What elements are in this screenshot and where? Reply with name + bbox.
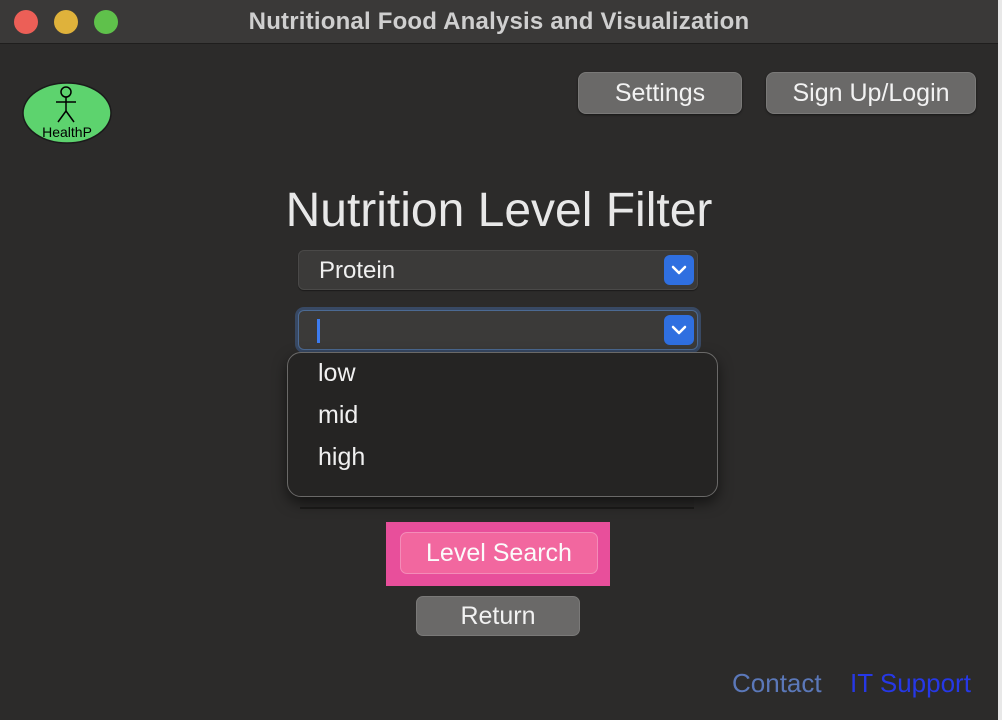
level-option-mid[interactable]: mid (318, 401, 358, 430)
signup-login-button[interactable]: Sign Up/Login (766, 72, 976, 114)
level-search-highlight: Level Search (386, 522, 610, 586)
level-option-low[interactable]: low (318, 359, 356, 388)
it-support-link[interactable]: IT Support (850, 668, 971, 699)
chevron-down-icon[interactable] (664, 315, 694, 345)
title-bar: Nutritional Food Analysis and Visualizat… (0, 0, 998, 44)
settings-button[interactable]: Settings (578, 72, 742, 114)
app-logo: HealthP (22, 82, 112, 144)
nutrient-select-value: Protein (319, 257, 396, 284)
level-select[interactable] (298, 310, 698, 350)
logo-text: HealthP (42, 124, 92, 140)
level-options-menu: low mid high (287, 352, 718, 497)
contact-link[interactable]: Contact (732, 668, 822, 699)
dropdown-shadow-edge (300, 495, 694, 509)
text-caret (317, 319, 320, 343)
window-title: Nutritional Food Analysis and Visualizat… (248, 8, 750, 35)
chevron-down-icon[interactable] (664, 255, 694, 285)
level-option-high[interactable]: high (318, 443, 365, 472)
page-title: Nutrition Level Filter (285, 184, 713, 237)
background-window-edge (998, 0, 1002, 720)
return-button[interactable]: Return (416, 596, 580, 636)
nutrient-select[interactable]: Protein (298, 250, 698, 290)
app-window: Nutritional Food Analysis and Visualizat… (0, 0, 999, 720)
main-content: HealthP Settings Sign Up/Login Nutrition… (0, 44, 998, 720)
level-search-button[interactable]: Level Search (400, 532, 598, 574)
